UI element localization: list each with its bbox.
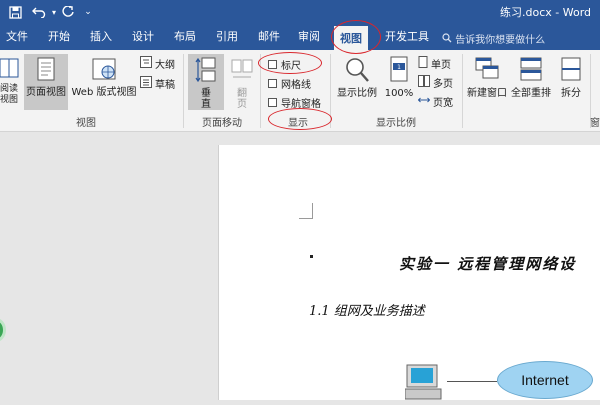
new-window-label: 新建窗口 xyxy=(467,88,507,99)
internet-cloud: Internet xyxy=(497,361,593,399)
arrange-all-button[interactable]: 全部重排 xyxy=(510,54,552,110)
web-layout-label: Web 版式视图 xyxy=(71,87,137,98)
outline-icon xyxy=(140,56,152,71)
vertical-label: 垂直 xyxy=(201,88,211,110)
ruler-label: 标尺 xyxy=(281,61,301,72)
customize-quick-access-icon[interactable]: ⌄ xyxy=(82,3,94,21)
margin-corner-mark xyxy=(299,203,313,219)
save-icon[interactable] xyxy=(6,3,24,21)
bullet-mark xyxy=(310,255,313,258)
section-heading: 1.1 组网及业务描述 xyxy=(309,304,425,319)
new-window-icon xyxy=(474,54,500,88)
web-layout-icon xyxy=(91,54,117,87)
ribbon: 阅读视图 页面视图 Web 版式视图 大纲 草稿 视图 垂直 翻页 页面移动 标… xyxy=(0,50,600,132)
gridlines-label: 网格线 xyxy=(281,80,311,91)
window-group-label: 窗 xyxy=(590,118,600,129)
internet-label: Internet xyxy=(521,372,569,388)
search-icon xyxy=(442,33,452,46)
group-divider xyxy=(260,54,261,128)
tab-design[interactable]: 设计 xyxy=(132,28,154,44)
magnifier-icon xyxy=(344,54,370,88)
side-to-side-icon xyxy=(230,54,254,88)
new-window-button[interactable]: 新建窗口 xyxy=(466,54,508,110)
outline-label: 大纲 xyxy=(155,60,175,71)
group-divider xyxy=(462,54,463,128)
gridlines-checkbox-box[interactable] xyxy=(268,79,277,88)
draft-button[interactable]: 草稿 xyxy=(140,76,175,91)
draft-icon xyxy=(140,76,152,91)
zoom-label: 显示比例 xyxy=(337,88,377,99)
arrange-all-label: 全部重排 xyxy=(511,88,551,99)
tab-home[interactable]: 开始 xyxy=(48,28,70,44)
print-layout-label: 页面视图 xyxy=(26,87,66,98)
one-page-label: 单页 xyxy=(431,60,451,71)
split-icon xyxy=(560,54,582,88)
connection-line xyxy=(447,381,497,382)
navigation-pane-label: 导航窗格 xyxy=(281,99,321,110)
tab-layout[interactable]: 布局 xyxy=(174,28,196,44)
computer-icon xyxy=(404,363,445,405)
ribbon-tab-bar: 文件 开始 插入 设计 布局 引用 邮件 审阅 视图 开发工具 告诉我你想要做什… xyxy=(0,24,600,50)
title-bar: ▾ ⌄ 练习.docx - Word xyxy=(0,0,600,24)
tell-me-box[interactable]: 告诉我你想要做什么 xyxy=(442,31,545,46)
svg-text:1: 1 xyxy=(397,64,401,71)
tab-file[interactable]: 文件 xyxy=(6,28,28,44)
arrange-all-icon xyxy=(519,54,543,88)
page-width-icon xyxy=(417,94,431,109)
navigation-pane-checkbox[interactable]: 导航窗格 xyxy=(268,95,321,110)
zoom-100-button[interactable]: 1 100% xyxy=(382,54,416,110)
one-page-icon xyxy=(418,56,428,71)
undo-icon[interactable] xyxy=(28,3,50,21)
vertical-button[interactable]: 垂直 xyxy=(188,54,224,110)
tab-developer[interactable]: 开发工具 xyxy=(385,28,429,44)
multiple-pages-label: 多页 xyxy=(433,79,453,90)
read-mode-label: 阅读视图 xyxy=(0,84,18,105)
document-title: 实验一 远程管理网络设 xyxy=(399,255,577,273)
split-label: 拆分 xyxy=(561,88,581,99)
outline-button[interactable]: 大纲 xyxy=(140,56,175,71)
side-to-side-label: 翻页 xyxy=(237,88,247,110)
show-group-label: 显示 xyxy=(288,118,308,129)
read-mode-icon xyxy=(0,56,19,84)
read-mode-button[interactable]: 阅读视图 xyxy=(0,56,20,108)
side-to-side-button[interactable]: 翻页 xyxy=(228,54,256,110)
tell-me-placeholder: 告诉我你想要做什么 xyxy=(455,35,546,46)
zoom-button[interactable]: 显示比例 xyxy=(334,54,380,110)
ruler-checkbox-box[interactable] xyxy=(268,60,277,69)
redo-icon[interactable] xyxy=(60,3,76,21)
page-width-button[interactable]: 页宽 xyxy=(417,94,453,109)
window-title: 练习.docx - Word xyxy=(500,6,592,19)
multiple-pages-icon xyxy=(418,75,430,90)
print-layout-button[interactable]: 页面视图 xyxy=(24,54,68,110)
vertical-scroll-icon xyxy=(194,54,218,88)
navigation-pane-checkbox-box[interactable] xyxy=(268,98,277,107)
zoom-group-label: 显示比例 xyxy=(376,118,416,129)
undo-dropdown-icon[interactable]: ▾ xyxy=(50,3,58,21)
views-group-label: 视图 xyxy=(76,118,96,129)
tab-references[interactable]: 引用 xyxy=(216,28,238,44)
document-page[interactable]: 实验一 远程管理网络设 1.1 组网及业务描述 Internet xyxy=(218,145,600,400)
tab-mailings[interactable]: 邮件 xyxy=(258,28,280,44)
tab-view[interactable]: 视图 xyxy=(334,26,368,50)
one-page-button[interactable]: 单页 xyxy=(418,56,451,71)
zoom-100-label: 100% xyxy=(384,88,414,99)
split-button[interactable]: 拆分 xyxy=(556,54,586,110)
gridlines-checkbox[interactable]: 网格线 xyxy=(268,76,311,91)
tab-insert[interactable]: 插入 xyxy=(90,28,112,44)
page-movement-group-label: 页面移动 xyxy=(202,118,242,129)
green-circle-icon xyxy=(0,318,6,342)
ruler-checkbox[interactable]: 标尺 xyxy=(268,57,301,72)
multiple-pages-button[interactable]: 多页 xyxy=(418,75,453,90)
print-layout-icon xyxy=(35,54,57,87)
tab-review[interactable]: 审阅 xyxy=(298,28,320,44)
page-width-label: 页宽 xyxy=(433,98,453,109)
group-divider xyxy=(330,54,331,128)
zoom-100-icon: 1 xyxy=(388,54,410,88)
draft-label: 草稿 xyxy=(155,80,175,91)
group-divider xyxy=(183,54,184,128)
web-layout-button[interactable]: Web 版式视图 xyxy=(70,54,138,110)
